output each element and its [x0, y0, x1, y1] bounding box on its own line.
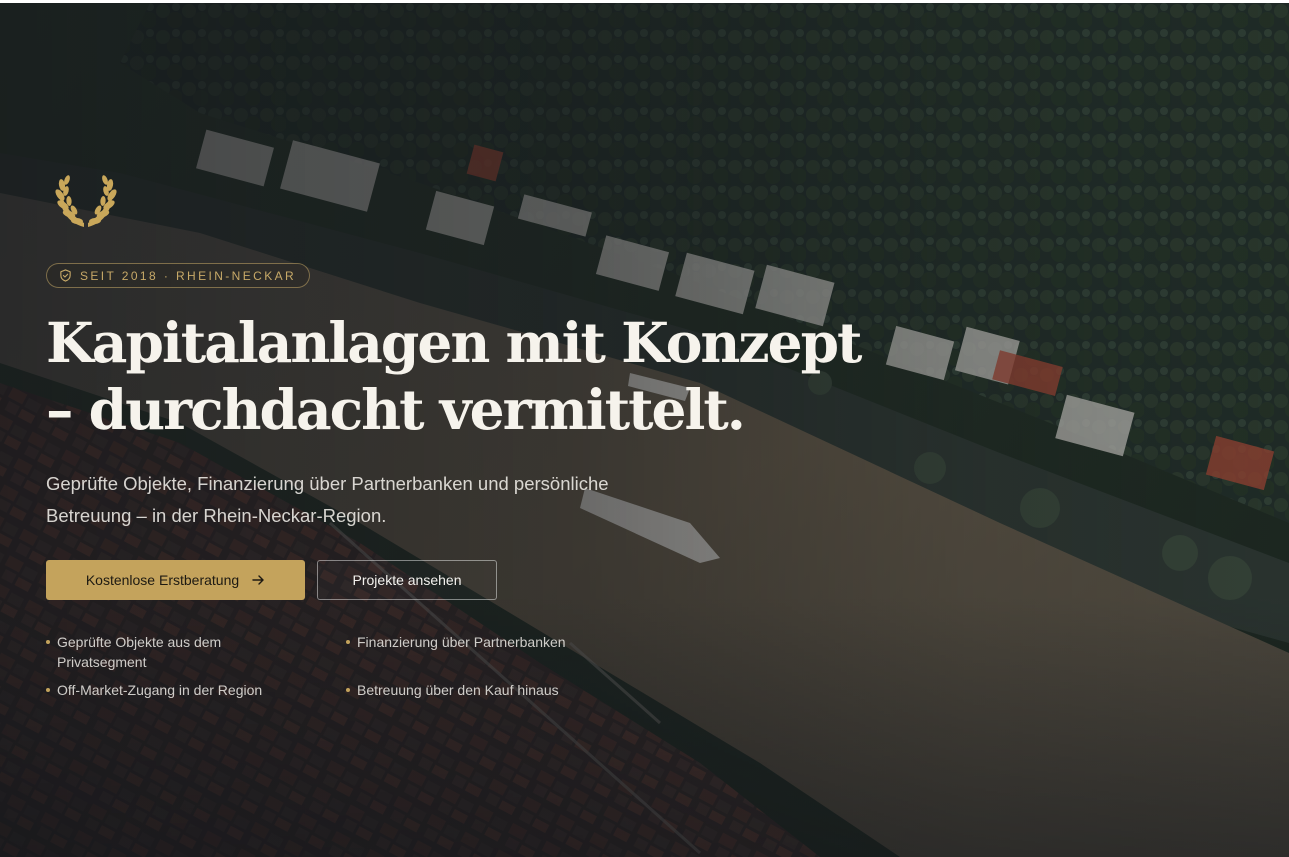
- feature-text: Finanzierung über Partnerbanken: [357, 634, 566, 650]
- hero-actions: Kostenlose Erstberatung Projekte ansehen: [46, 560, 497, 600]
- feature-item: Finanzierung über Partnerbanken: [346, 632, 646, 672]
- bullet-dot: [46, 640, 50, 644]
- bullet-dot: [346, 640, 350, 644]
- feature-text: Betreuung über den Kauf hinaus: [357, 682, 559, 698]
- shield-icon: [60, 269, 71, 282]
- arrow-right-icon: [252, 575, 264, 585]
- feature-text: Geprüfte Objekte aus dem Privatsegment: [57, 634, 222, 670]
- hero-section: SEIT 2018 · RHEIN-NECKAR Kapitalanlagen …: [0, 3, 1289, 857]
- headline-line-1: Kapitalanlagen mit Konzept: [46, 310, 862, 375]
- established-badge: SEIT 2018 · RHEIN-NECKAR: [46, 263, 311, 288]
- feature-list: Geprüfte Objekte aus dem Privatsegment F…: [46, 632, 646, 700]
- view-projects-button[interactable]: Projekte ansehen: [317, 560, 497, 600]
- feature-item: Betreuung über den Kauf hinaus: [346, 680, 646, 700]
- page-title: Kapitalanlagen mit Konzept – durchdacht …: [46, 309, 862, 443]
- laurel-wreath-icon: [54, 171, 118, 231]
- bullet-dot: [46, 688, 50, 692]
- feature-item: Geprüfte Objekte aus dem Privatsegment: [46, 632, 346, 672]
- badge-text: SEIT 2018 · RHEIN-NECKAR: [80, 268, 297, 283]
- bullet-dot: [346, 688, 350, 692]
- feature-item: Off-Market-Zugang in der Region: [46, 680, 346, 700]
- free-consultation-label: Kostenlose Erstberatung: [85, 572, 240, 588]
- feature-text: Off-Market-Zugang in der Region: [57, 682, 263, 698]
- headline-line-2: – durchdacht vermittelt.: [46, 377, 746, 442]
- hero-subline: Geprüfte Objekte, Finanzierung über Part…: [46, 473, 609, 526]
- free-consultation-button[interactable]: Kostenlose Erstberatung: [46, 560, 305, 600]
